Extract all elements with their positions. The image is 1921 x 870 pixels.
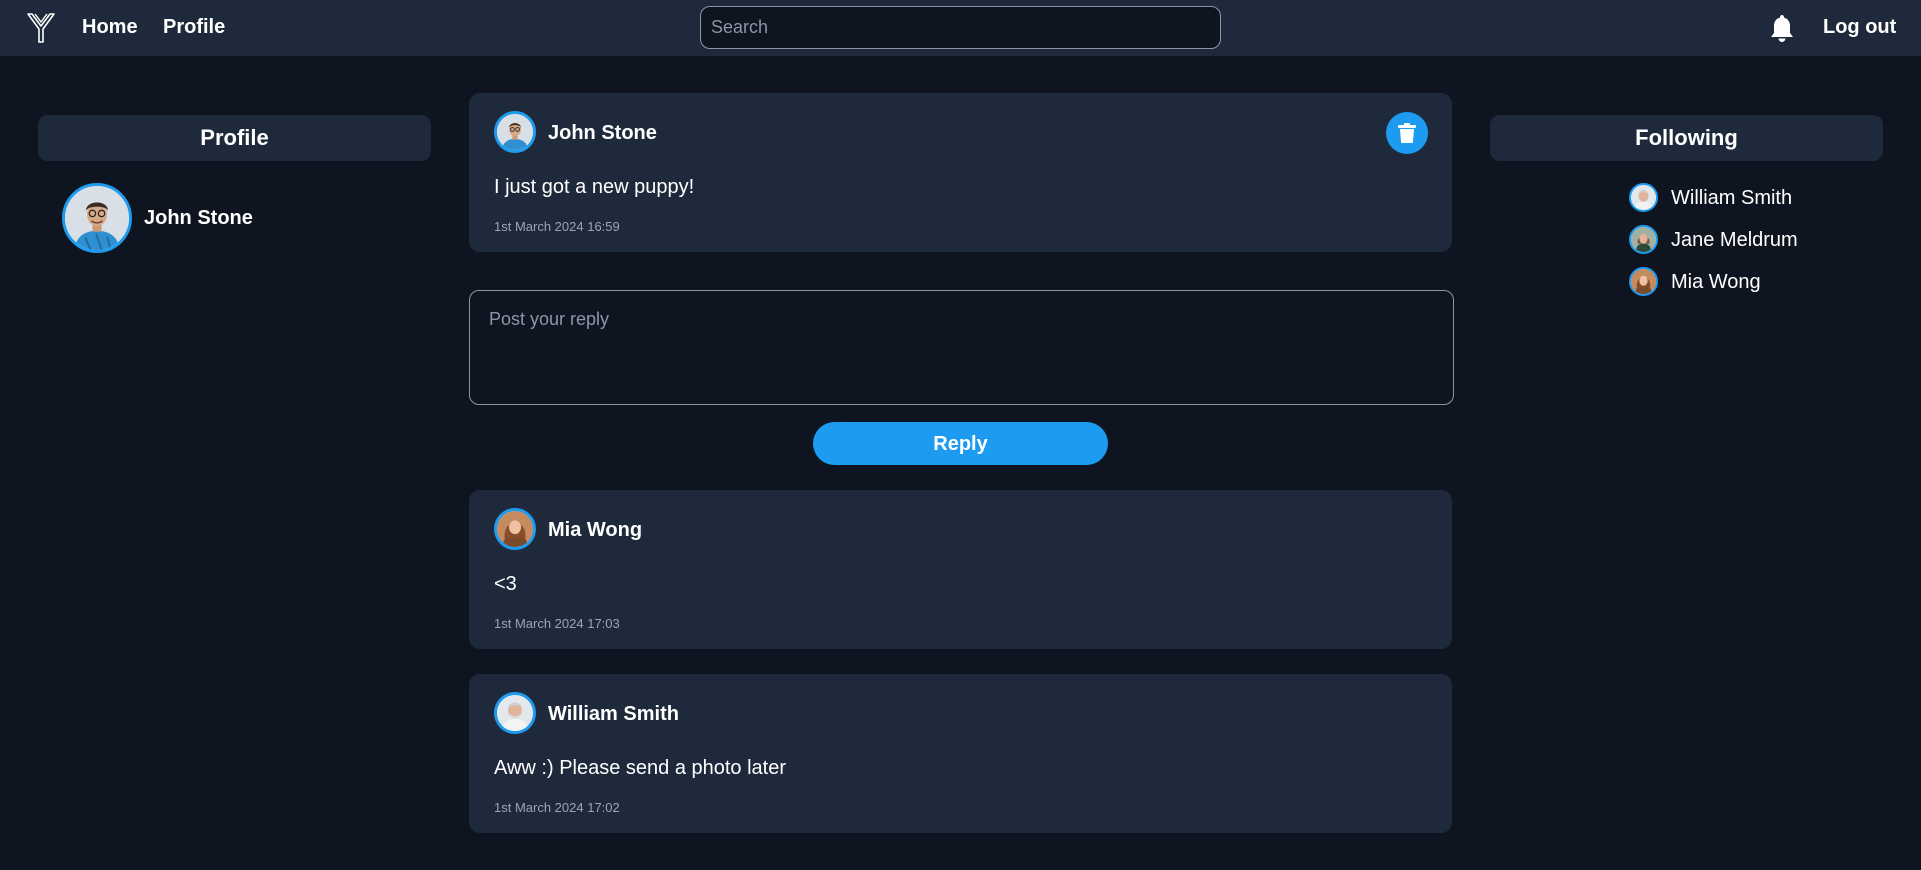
reply-author-avatar[interactable]: [494, 692, 536, 734]
mia-wong-avatar: [1629, 267, 1658, 296]
reply-author-name[interactable]: Mia Wong: [548, 518, 642, 542]
delete-post-button[interactable]: [1386, 112, 1428, 154]
reply-card: Mia Wong <3 1st March 2024 17:03: [469, 490, 1452, 649]
profile-avatar[interactable]: [62, 183, 132, 253]
following-name: Mia Wong: [1671, 271, 1761, 293]
reply-card: William Smith Aww :) Please send a photo…: [469, 674, 1452, 833]
post-author-name[interactable]: John Stone: [548, 121, 657, 145]
following-list: William Smith Jane Meldrum Mia Wong: [1629, 182, 1879, 308]
top-navbar: Home Profile Log out: [0, 0, 1921, 56]
reply-button[interactable]: Reply: [813, 422, 1108, 465]
logout-link[interactable]: Log out: [1823, 14, 1896, 40]
post-author-avatar[interactable]: [494, 111, 536, 153]
following-item[interactable]: Mia Wong: [1629, 266, 1879, 296]
trash-icon: [1398, 123, 1416, 143]
jane-meldrum-avatar: [1629, 225, 1658, 254]
reply-author-avatar[interactable]: [494, 508, 536, 550]
reply-text: Aww :) Please send a photo later: [494, 757, 787, 779]
following-item[interactable]: Jane Meldrum: [1629, 224, 1879, 254]
profile-name[interactable]: John Stone: [144, 206, 253, 230]
profile-panel-title: Profile: [38, 115, 431, 161]
william-smith-avatar: [1629, 183, 1658, 212]
y-logo-icon[interactable]: [26, 12, 56, 44]
search-input[interactable]: [700, 6, 1221, 49]
following-panel-title: Following: [1490, 115, 1883, 161]
reply-textarea[interactable]: [469, 290, 1454, 405]
reply-text: <3: [494, 573, 517, 595]
following-name: William Smith: [1671, 187, 1793, 209]
post-text: I just got a new puppy!: [494, 176, 695, 198]
john-stone-avatar-icon: [65, 186, 129, 250]
reply-timestamp: 1st March 2024 17:03: [494, 616, 620, 631]
bell-icon[interactable]: [1766, 12, 1798, 44]
nav-home-link[interactable]: Home: [82, 14, 138, 40]
nav-profile-link[interactable]: Profile: [163, 14, 225, 40]
reply-timestamp: 1st March 2024 17:02: [494, 800, 620, 815]
post-timestamp: 1st March 2024 16:59: [494, 219, 620, 234]
reply-author-name[interactable]: William Smith: [548, 702, 679, 726]
following-name: Jane Meldrum: [1671, 229, 1798, 251]
main-post-card: John Stone I just got a new puppy! 1st M…: [469, 93, 1452, 252]
following-item[interactable]: William Smith: [1629, 182, 1879, 212]
